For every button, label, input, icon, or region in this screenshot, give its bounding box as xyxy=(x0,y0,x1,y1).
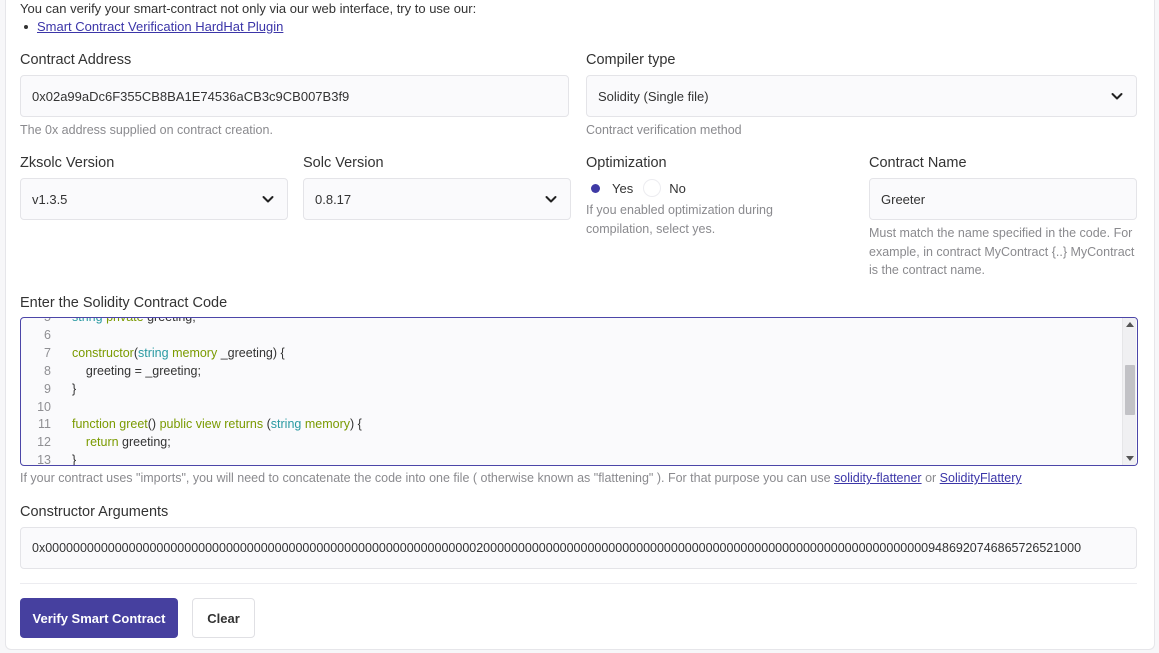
line-number: 7 xyxy=(44,345,51,360)
clear-button[interactable]: Clear xyxy=(192,598,255,638)
solc-version-label: Solc Version xyxy=(303,155,384,171)
code-text: greeting = _greeting; xyxy=(85,363,201,378)
flatten-hint-text: If your contract uses "imports", you wil… xyxy=(20,471,831,485)
code-line: 12 return greeting; xyxy=(21,434,362,452)
code-line: 7 constructor(string memory _greeting) { xyxy=(21,345,362,363)
optimization-no-label: No xyxy=(669,180,686,196)
zksolc-version-select[interactable]: v1.3.5 xyxy=(20,178,288,220)
line-number: 12 xyxy=(37,435,51,450)
flatten-hint: If your contract uses "imports", you wil… xyxy=(20,471,1022,485)
constructor-arguments-input[interactable]: 0x00000000000000000000000000000000000000… xyxy=(20,527,1137,569)
compiler-type-value: Solidity (Single file) xyxy=(598,88,709,104)
contract-name-hint: Must match the name specified in the cod… xyxy=(869,226,1135,277)
optimization-label: Optimization xyxy=(586,155,667,171)
zksolc-version-value: v1.3.5 xyxy=(32,191,68,207)
code-line: 8 greeting = _greeting; xyxy=(21,363,362,381)
line-number: 9 xyxy=(44,381,51,396)
contract-name-label: Contract Name xyxy=(869,155,967,171)
line-number: 13 xyxy=(37,453,51,466)
code-text: return greeting; xyxy=(85,435,171,450)
optimization-no-radio[interactable] xyxy=(643,179,662,197)
scroll-thumb[interactable] xyxy=(1125,365,1135,415)
code-text: constructor(string memory _greeting) { xyxy=(72,345,285,360)
compiler-type-label: Compiler type xyxy=(586,52,676,68)
code-text: } xyxy=(72,453,77,466)
code-text: } xyxy=(72,381,77,396)
hardhat-plugin-link[interactable]: Smart Contract Verification HardHat Plug… xyxy=(37,19,283,34)
compiler-type-hint: Contract verification method xyxy=(586,123,742,137)
scroll-down-arrow-icon[interactable] xyxy=(1126,456,1134,461)
code-scrollbar[interactable] xyxy=(1122,318,1136,465)
contract-address-input[interactable]: 0x02a99aDc6F355CB8BA1E74536aCB3c9CB007B3… xyxy=(20,75,569,117)
zksolc-version-label: Zksolc Version xyxy=(20,155,115,171)
line-number: 10 xyxy=(37,399,51,414)
chevron-down-icon xyxy=(545,196,557,203)
optimization-yes-radio[interactable] xyxy=(586,179,604,197)
solidity-flattener-link[interactable]: solidity-flattener xyxy=(834,471,922,485)
constructor-arguments-label: Constructor Arguments xyxy=(20,504,169,520)
verify-smart-contract-button[interactable]: Verify Smart Contract xyxy=(20,598,178,638)
flatten-or-text: or xyxy=(925,471,937,485)
line-number: 8 xyxy=(44,363,51,378)
code-line: 6 xyxy=(21,327,362,345)
optimization-hint: If you enabled optimization during compi… xyxy=(586,203,773,236)
line-number: 5 xyxy=(44,317,51,324)
code-text: string private greeting; xyxy=(72,317,196,324)
code-line: 5 string private greeting; xyxy=(21,317,362,327)
bullet-icon xyxy=(24,24,28,29)
solc-version-value: 0.8.17 xyxy=(315,191,352,207)
divider xyxy=(20,583,1137,584)
line-number: 6 xyxy=(44,327,51,342)
contract-address-label: Contract Address xyxy=(20,52,132,68)
code-line: 11 function greet() public view returns (… xyxy=(21,416,362,434)
optimization-yes-label: Yes xyxy=(612,180,634,196)
code-lines: 5 string private greeting; 6 7 constructor(s… xyxy=(21,317,362,466)
code-line: 10 xyxy=(21,399,362,417)
line-number: 11 xyxy=(38,417,51,432)
optimization-radio-group: Yes No xyxy=(586,179,686,197)
contract-name-input[interactable]: Greeter xyxy=(869,178,1137,220)
compiler-type-select[interactable]: Solidity (Single file) xyxy=(586,75,1137,117)
code-line: 13} xyxy=(21,452,362,466)
intro-list: Smart Contract Verification HardHat Plug… xyxy=(24,19,283,34)
chevron-down-icon xyxy=(1111,93,1123,100)
solc-version-select[interactable]: 0.8.17 xyxy=(303,178,571,220)
intro-text: You can verify your smart-contract not o… xyxy=(20,1,477,16)
scroll-up-arrow-icon[interactable] xyxy=(1126,322,1134,327)
chevron-down-icon xyxy=(262,196,274,203)
contract-code-editor[interactable]: 5 string private greeting; 6 7 constructor(s… xyxy=(20,317,1138,466)
code-text: function greet() public view returns (st… xyxy=(72,417,362,432)
solidity-flattery-link[interactable]: SolidityFlattery xyxy=(940,471,1022,485)
code-line: 9} xyxy=(21,381,362,399)
contract-code-label: Enter the Solidity Contract Code xyxy=(20,295,228,311)
contract-address-hint: The 0x address supplied on contract crea… xyxy=(20,123,273,137)
